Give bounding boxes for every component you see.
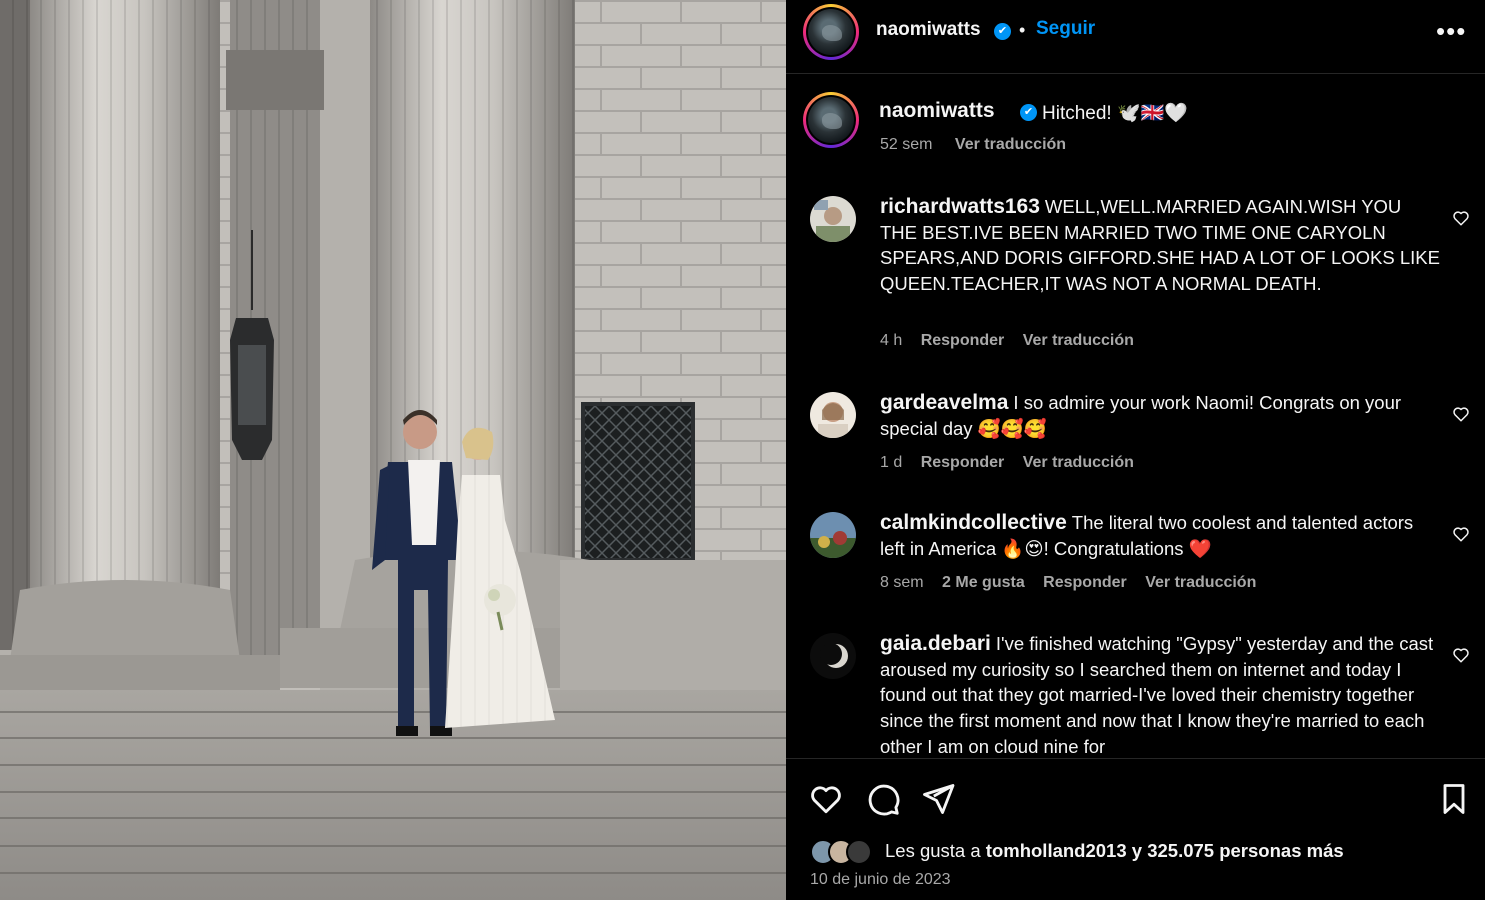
- comment-likes-count[interactable]: 2 Me gusta: [942, 574, 1025, 591]
- liker-avatar: [846, 839, 872, 865]
- reply-link[interactable]: Responder: [921, 332, 1005, 349]
- comment-item: gardeavelma I so admire your work Naomi! …: [786, 382, 1485, 482]
- comment-age: 4 h: [880, 332, 903, 349]
- caption-meta: 52 sem Ver traducción: [880, 136, 1084, 154]
- comment-item: richardwatts163 WELL,WELL.MARRIED AGAIN.W…: [786, 186, 1485, 366]
- send-icon[interactable]: [920, 781, 956, 817]
- reply-link[interactable]: Responder: [1043, 574, 1127, 591]
- follow-button[interactable]: Seguir: [1036, 18, 1095, 40]
- more-options-icon[interactable]: •••: [1436, 16, 1466, 47]
- reply-link[interactable]: Responder: [921, 454, 1005, 471]
- comment-meta: 1 d Responder Ver traducción: [880, 454, 1148, 472]
- comment-like-heart-icon[interactable]: [1452, 209, 1470, 227]
- commenter-avatar[interactable]: [810, 633, 856, 679]
- comment-meta: 4 h Responder Ver traducción: [880, 332, 1148, 350]
- translate-link[interactable]: Ver traducción: [1023, 332, 1134, 349]
- commenter-username[interactable]: gaia.debari: [880, 632, 991, 655]
- author-avatar[interactable]: [803, 4, 859, 60]
- post-date: 10 de junio de 2023: [810, 871, 951, 888]
- likes-text: Les gusta a tomholland2013 y 325.075 per…: [885, 840, 1344, 862]
- comment-icon[interactable]: [865, 781, 901, 817]
- caption-author-avatar[interactable]: [803, 92, 859, 148]
- comment-item: calmkindcollective The literal two cooles…: [786, 502, 1485, 602]
- comment-meta: 8 sem 2 Me gusta Responder Ver traducció…: [880, 574, 1270, 592]
- wedding-photo-illustration: [0, 0, 786, 900]
- post-photo[interactable]: [0, 0, 786, 900]
- likes-user[interactable]: tomholland2013: [986, 840, 1127, 861]
- caption-text: Hitched! 🕊️🇬🇧🤍: [1042, 103, 1188, 124]
- verified-badge-icon: ✔: [1020, 104, 1037, 121]
- commenter-avatar[interactable]: [810, 512, 856, 558]
- post-header: naomiwatts ✔ • Seguir •••: [786, 0, 1485, 74]
- bookmark-icon[interactable]: [1436, 781, 1472, 817]
- comment-age: 1 d: [880, 454, 903, 471]
- heart-icon[interactable]: [808, 781, 844, 817]
- commenter-avatar[interactable]: [810, 196, 856, 242]
- author-username[interactable]: naomiwatts: [876, 19, 981, 41]
- commenter-username[interactable]: calmkindcollective: [880, 511, 1067, 534]
- comment-item: gaia.debari I've finished watching "Gypsy…: [786, 623, 1485, 758]
- comments-list[interactable]: richardwatts163 WELL,WELL.MARRIED AGAIN.W…: [786, 180, 1485, 758]
- post-caption: naomiwatts ✔ Hitched! 🕊️🇬🇧🤍 52 sem Ver t…: [786, 88, 1485, 168]
- comment-like-heart-icon[interactable]: [1452, 405, 1470, 423]
- likes-prefix: Les gusta a: [885, 840, 981, 861]
- post-side-panel: naomiwatts ✔ • Seguir ••• naomiwatts ✔ H…: [786, 0, 1485, 900]
- translate-link[interactable]: Ver traducción: [1145, 574, 1256, 591]
- commenter-avatar[interactable]: [810, 392, 856, 438]
- caption-translate-link[interactable]: Ver traducción: [955, 136, 1066, 153]
- caption-author-username[interactable]: naomiwatts: [879, 99, 995, 123]
- commenter-username[interactable]: richardwatts163: [880, 195, 1040, 218]
- separator-dot: •: [1019, 20, 1026, 40]
- likes-count[interactable]: y 325.075 personas más: [1132, 840, 1344, 861]
- comment-like-heart-icon[interactable]: [1452, 646, 1470, 664]
- translate-link[interactable]: Ver traducción: [1023, 454, 1134, 471]
- commenter-username[interactable]: gardeavelma: [880, 391, 1008, 414]
- comment-age: 8 sem: [880, 574, 924, 591]
- post-actions: Les gusta a tomholland2013 y 325.075 per…: [786, 758, 1485, 900]
- comment-like-heart-icon[interactable]: [1452, 525, 1470, 543]
- verified-badge-icon: ✔: [994, 23, 1011, 40]
- caption-age: 52 sem: [880, 136, 933, 153]
